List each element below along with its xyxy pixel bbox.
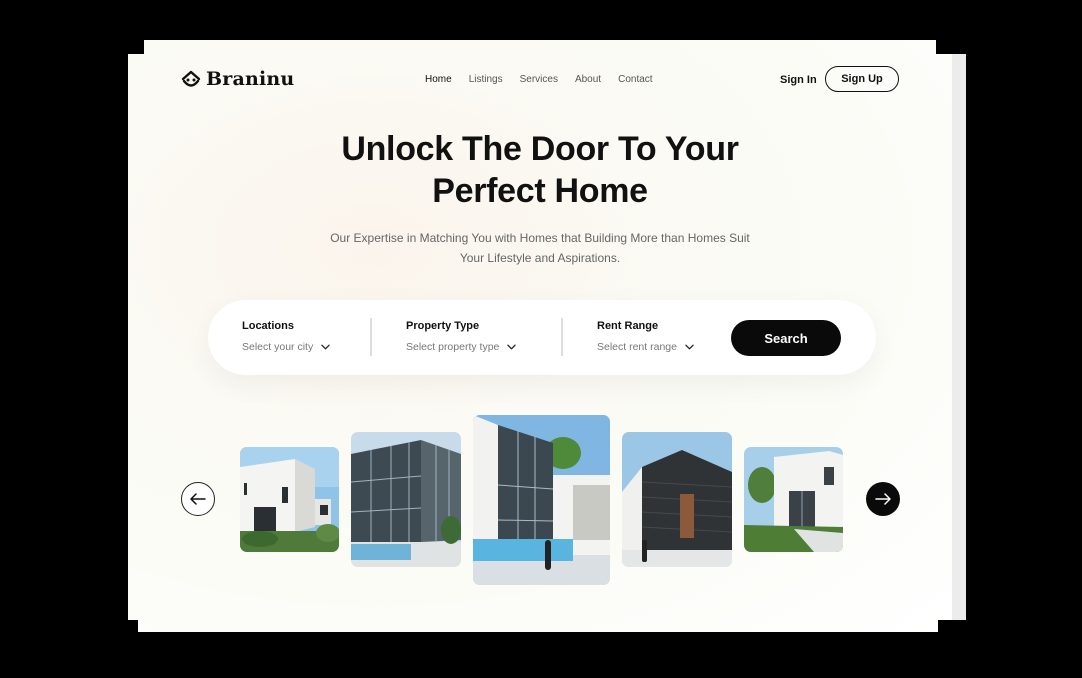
rent-range-label: Rent Range <box>597 320 659 332</box>
location-select[interactable]: Select your city <box>242 341 330 353</box>
property-type-placeholder: Select property type <box>406 341 500 353</box>
glass-cube-house-image <box>351 432 461 567</box>
hero-subtitle-line-1: Our Expertise in Matching You with Homes… <box>330 231 750 245</box>
smile-house-logo-icon <box>181 70 201 87</box>
property-slide[interactable] <box>351 432 461 567</box>
property-type-select[interactable]: Select property type <box>406 341 517 353</box>
sign-up-button[interactable]: Sign Up <box>825 66 899 92</box>
landing-page: Braninu Home Listings Services About Con… <box>128 40 952 632</box>
search-divider <box>561 318 563 356</box>
frame-corner <box>936 40 966 54</box>
nav-services[interactable]: Services <box>520 74 558 85</box>
arrow-right-icon <box>875 493 891 505</box>
hero-title: Unlock The Door To Your Perfect Home <box>128 128 952 212</box>
dark-clad-house-image <box>622 432 732 567</box>
nav-listings[interactable]: Listings <box>469 74 503 85</box>
location-field[interactable]: Locations Select your city <box>242 320 330 353</box>
frame-corner <box>128 40 144 54</box>
property-slide[interactable] <box>744 447 843 552</box>
search-bar: Locations Select your city Property Type… <box>208 300 876 375</box>
brand-logo[interactable]: Braninu <box>180 68 294 90</box>
property-slide[interactable] <box>622 432 732 567</box>
sign-in-link[interactable]: Sign In <box>780 74 817 86</box>
chevron-down-icon <box>321 344 330 350</box>
glass-house-featured-image <box>473 415 610 585</box>
location-placeholder: Select your city <box>242 341 314 353</box>
property-slide[interactable] <box>240 447 339 552</box>
carousel-prev-button[interactable] <box>181 482 215 516</box>
nav-contact[interactable]: Contact <box>618 74 652 85</box>
hero-title-line-2: Perfect Home <box>432 172 648 210</box>
arrow-left-icon <box>190 493 206 505</box>
chevron-down-icon <box>507 344 517 350</box>
search-divider <box>370 318 372 356</box>
frame-corner <box>128 620 138 640</box>
hero-title-line-1: Unlock The Door To Your <box>341 130 739 168</box>
rent-range-field[interactable]: Rent Range Select rent range <box>597 320 694 353</box>
property-type-field[interactable]: Property Type Select property type <box>406 320 517 353</box>
white-modern-villa-image <box>240 447 339 552</box>
frame-edge <box>952 54 966 620</box>
location-label: Locations <box>242 320 294 332</box>
nav-home[interactable]: Home <box>425 74 452 85</box>
hero-subtitle: Our Expertise in Matching You with Homes… <box>128 228 952 268</box>
white-house-with-lawn-image <box>744 447 843 552</box>
frame-corner <box>938 620 966 640</box>
brand-name: Braninu <box>206 68 295 90</box>
property-slide-featured[interactable] <box>473 415 610 585</box>
carousel-next-button[interactable] <box>866 482 900 516</box>
rent-range-placeholder: Select rent range <box>597 341 677 353</box>
main-nav: Home Listings Services About Contact <box>425 74 653 85</box>
hero-subtitle-line-2: Your Lifestyle and Aspirations. <box>459 251 621 265</box>
chevron-down-icon <box>685 344 694 350</box>
nav-about[interactable]: About <box>575 74 601 85</box>
property-type-label: Property Type <box>406 320 480 332</box>
search-button[interactable]: Search <box>731 320 841 356</box>
rent-range-select[interactable]: Select rent range <box>597 341 694 353</box>
